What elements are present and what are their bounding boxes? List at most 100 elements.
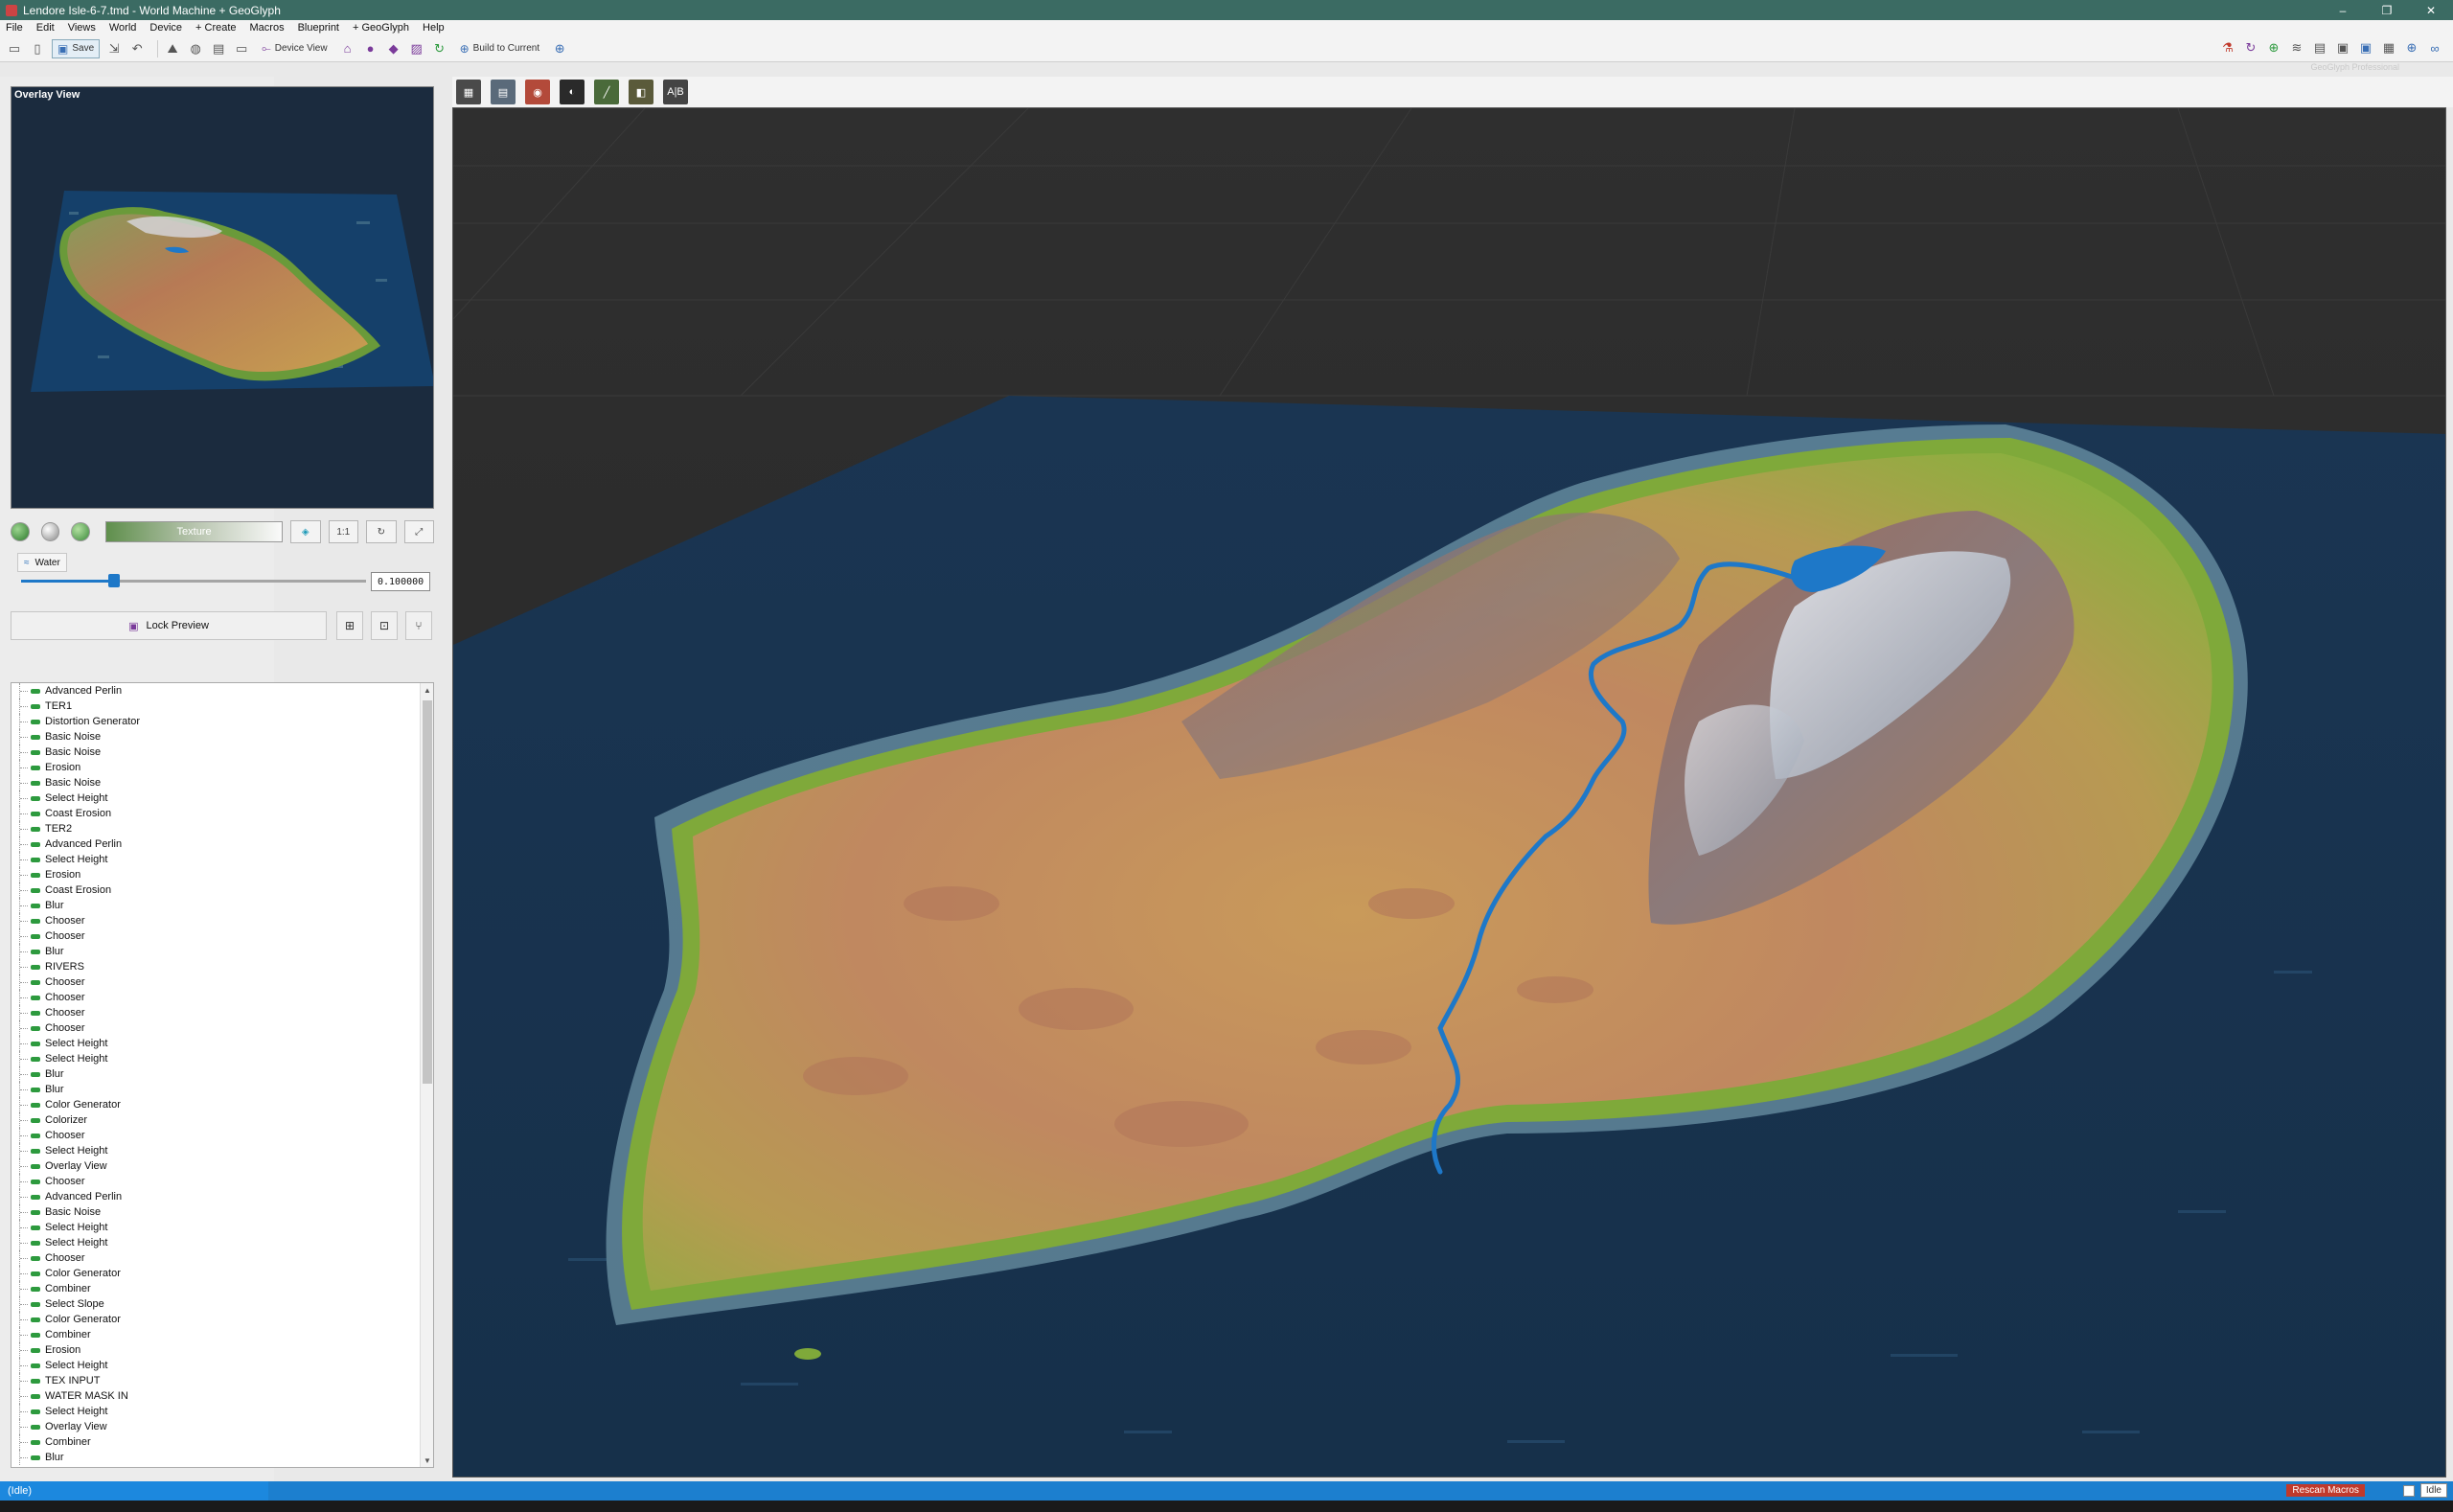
crosshair-icon[interactable]: ⊕ bbox=[551, 40, 568, 57]
close-button[interactable]: ✕ bbox=[2409, 0, 2453, 20]
node-list-item[interactable]: Select Height bbox=[11, 1220, 433, 1235]
node-list-item[interactable]: Blur bbox=[11, 1082, 433, 1097]
node-list-item[interactable]: Chooser bbox=[11, 990, 433, 1005]
slope-view-icon[interactable]: ╱ bbox=[594, 80, 619, 104]
node-list-item[interactable]: Basic Noise bbox=[11, 775, 433, 790]
node-list-item[interactable]: Combiner bbox=[11, 1434, 433, 1450]
menu-blueprint[interactable]: Blueprint bbox=[298, 22, 339, 34]
frame-button[interactable]: ⊡ bbox=[371, 611, 398, 640]
camera-view-icon[interactable]: ◐ bbox=[560, 80, 585, 104]
overlay-view-panel[interactable]: Overlay View bbox=[11, 86, 435, 509]
menu-edit[interactable]: Edit bbox=[36, 22, 55, 34]
node-list-item[interactable]: Chooser bbox=[11, 913, 433, 928]
node-list-item[interactable]: Chooser bbox=[11, 928, 433, 944]
build-to-current-button[interactable]: ⊕ Build to Current bbox=[454, 39, 546, 58]
node-list-item[interactable]: Select Height bbox=[11, 1036, 433, 1051]
node-list-item[interactable]: Advanced Perlin bbox=[11, 836, 433, 852]
rescan-macros-button[interactable]: Rescan Macros bbox=[2286, 1484, 2365, 1497]
node-list-item[interactable]: Coast Erosion bbox=[11, 806, 433, 821]
node-list-item[interactable]: Chooser bbox=[11, 1250, 433, 1266]
layers-icon[interactable]: ≋ bbox=[2288, 39, 2305, 57]
menu-create[interactable]: + Create bbox=[195, 22, 237, 34]
export-icon[interactable]: ⇲ bbox=[105, 40, 123, 57]
node-list-item[interactable]: Coast Erosion bbox=[11, 882, 433, 898]
node-list-item[interactable]: Color Generator bbox=[11, 1097, 433, 1112]
node-list-item[interactable]: Blur bbox=[11, 898, 433, 913]
grey-ball-icon[interactable] bbox=[40, 522, 60, 541]
node-list-item[interactable]: Chooser bbox=[11, 1020, 433, 1036]
node-list-item[interactable]: Distortion Generator bbox=[11, 714, 433, 729]
scrollbar-thumb[interactable] bbox=[423, 700, 432, 1084]
new-file-icon[interactable]: ▭ bbox=[6, 40, 23, 57]
node-list-item[interactable]: Advanced Perlin bbox=[11, 1189, 433, 1204]
refresh-icon[interactable]: ↻ bbox=[431, 40, 448, 57]
node-list-item[interactable]: Blur bbox=[11, 944, 433, 959]
water-toggle[interactable]: ≈ Water bbox=[17, 553, 67, 572]
node-list-item[interactable]: Combiner bbox=[11, 1281, 433, 1296]
lock-preview-button[interactable]: ▣ Lock Preview bbox=[11, 611, 327, 640]
node-list-item[interactable]: Chooser bbox=[11, 974, 433, 990]
scroll-up-icon[interactable]: ▲ bbox=[421, 683, 433, 697]
rotate-button[interactable]: ↻ bbox=[366, 520, 397, 543]
node-list-item[interactable]: RIVERS bbox=[11, 959, 433, 974]
menu-device[interactable]: Device bbox=[149, 22, 182, 34]
node-list-item[interactable]: Blur bbox=[11, 1066, 433, 1082]
menu-help[interactable]: Help bbox=[423, 22, 445, 34]
picture-icon[interactable]: ▨ bbox=[408, 40, 425, 57]
water-value-field[interactable]: 0.100000 bbox=[371, 572, 430, 591]
node-list-item[interactable]: Chooser bbox=[11, 1128, 433, 1143]
world-icon[interactable]: ◍ bbox=[187, 40, 204, 57]
node-list-item[interactable]: Select Height bbox=[11, 1358, 433, 1373]
node-list-item[interactable]: Overlay View bbox=[11, 1419, 433, 1434]
layout-icon[interactable]: ▤ bbox=[210, 40, 227, 57]
node-list-item[interactable]: Overlay View bbox=[11, 1158, 433, 1174]
globe-icon[interactable]: ● bbox=[362, 40, 379, 57]
node-list-item[interactable]: Advanced Perlin bbox=[11, 683, 433, 699]
shaded-ball-icon[interactable] bbox=[11, 522, 30, 541]
water-slider[interactable] bbox=[21, 574, 366, 587]
node-list-item[interactable]: Basic Noise bbox=[11, 729, 433, 745]
infinity-icon[interactable]: ∞ bbox=[2426, 39, 2443, 57]
scroll-down-icon[interactable]: ▼ bbox=[421, 1454, 433, 1467]
ab-compare-button[interactable]: A|B bbox=[663, 80, 688, 104]
cycle-icon[interactable]: ↻ bbox=[2242, 39, 2259, 57]
node-list-item[interactable]: TER2 bbox=[11, 821, 433, 836]
terrain-icon[interactable]: ⛰ bbox=[164, 40, 181, 57]
network-icon[interactable]: ⊕ bbox=[2403, 39, 2420, 57]
green-ball-icon[interactable] bbox=[71, 522, 91, 541]
node-list-item[interactable]: Color Generator bbox=[11, 1266, 433, 1281]
node-list-item[interactable]: Erosion bbox=[11, 1342, 433, 1358]
node-list-item[interactable]: Basic Noise bbox=[11, 745, 433, 760]
menu-views[interactable]: Views bbox=[68, 22, 96, 34]
node-list-item[interactable]: Select Slope bbox=[11, 1296, 433, 1312]
node-list-item[interactable]: Chooser bbox=[11, 1005, 433, 1020]
node-list-item[interactable]: Combiner bbox=[11, 1327, 433, 1342]
node-list-item[interactable]: TEX INPUT bbox=[11, 1373, 433, 1388]
node-list-item[interactable]: Blur bbox=[11, 1450, 433, 1465]
node-list-item[interactable]: Erosion bbox=[11, 867, 433, 882]
node-list-item[interactable]: Chooser bbox=[11, 1174, 433, 1189]
ratio-button[interactable]: 1:1 bbox=[328, 520, 359, 543]
undo-icon[interactable]: ↶ bbox=[128, 40, 146, 57]
menu-geoglyph[interactable]: + GeoGlyph bbox=[353, 22, 409, 34]
node-list-item[interactable]: Select Height bbox=[11, 1051, 433, 1066]
cube-view-button[interactable]: ◈ bbox=[290, 520, 321, 543]
menu-macros[interactable]: Macros bbox=[250, 22, 285, 34]
node-list-item[interactable]: Select Height bbox=[11, 1143, 433, 1158]
cube-icon[interactable]: ◆ bbox=[385, 40, 402, 57]
menu-file[interactable]: File bbox=[6, 22, 23, 34]
branch-button[interactable]: ⑂ bbox=[405, 611, 432, 640]
device-view-button[interactable]: ⟜ Device View bbox=[256, 39, 332, 58]
open-file-icon[interactable]: ▯ bbox=[29, 40, 46, 57]
water-slider-thumb[interactable] bbox=[108, 574, 121, 587]
node-list-item[interactable]: Select Height bbox=[11, 1404, 433, 1419]
minimize-button[interactable]: – bbox=[2321, 0, 2365, 20]
node-list[interactable]: Advanced Perlin TER1 Distortion Generator B… bbox=[11, 682, 434, 1468]
node-list-item[interactable]: Erosion bbox=[11, 760, 433, 775]
node-list-item[interactable]: Basic Noise bbox=[11, 1204, 433, 1220]
node-list-item[interactable]: Colorizer bbox=[11, 1112, 433, 1128]
add-layer-button[interactable]: ⊞ bbox=[336, 611, 363, 640]
stack-icon[interactable]: ▤ bbox=[2311, 39, 2328, 57]
node-list-item[interactable]: WATER MASK IN bbox=[11, 1388, 433, 1404]
3d-viewport[interactable] bbox=[452, 107, 2446, 1478]
